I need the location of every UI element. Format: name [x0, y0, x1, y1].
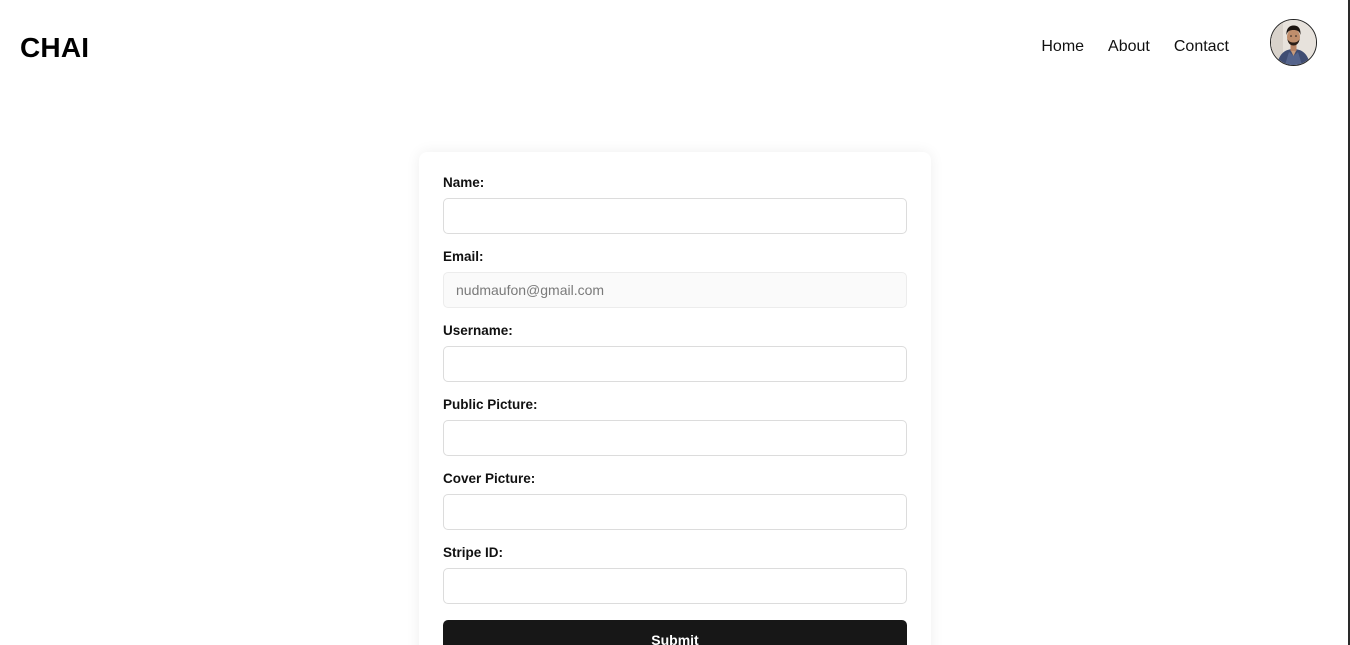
brand-logo[interactable]: CHAI	[20, 29, 89, 67]
name-input[interactable]	[443, 198, 907, 234]
email-input[interactable]	[443, 272, 907, 308]
page: CHAI Home About Contact Name: Email: nud…	[0, 0, 1350, 645]
public-picture-input[interactable]	[443, 420, 907, 456]
submit-button[interactable]: Submit	[443, 620, 907, 645]
stripe-id-input[interactable]	[443, 568, 907, 604]
navbar: CHAI Home About Contact	[0, 0, 1348, 95]
stripe-id-label: Stripe ID:	[443, 545, 504, 560]
username-label: Username:	[443, 323, 513, 338]
nav-links: Home About Contact	[1041, 36, 1229, 58]
cover-picture-label: Cover Picture:	[443, 471, 536, 486]
name-label: Name:	[443, 175, 485, 190]
public-picture-label: Public Picture:	[443, 397, 538, 412]
username-input[interactable]	[443, 346, 907, 382]
profile-form: Name: Email: Username: Public Picture: C…	[419, 152, 931, 645]
user-avatar[interactable]	[1270, 19, 1317, 66]
cover-picture-input[interactable]	[443, 494, 907, 530]
email-label: Email:	[443, 249, 484, 264]
nav-link-about[interactable]: About	[1108, 36, 1150, 58]
nav-link-home[interactable]: Home	[1041, 36, 1084, 58]
nav-link-contact[interactable]: Contact	[1174, 36, 1229, 58]
avatar-photo-icon	[1271, 20, 1316, 65]
